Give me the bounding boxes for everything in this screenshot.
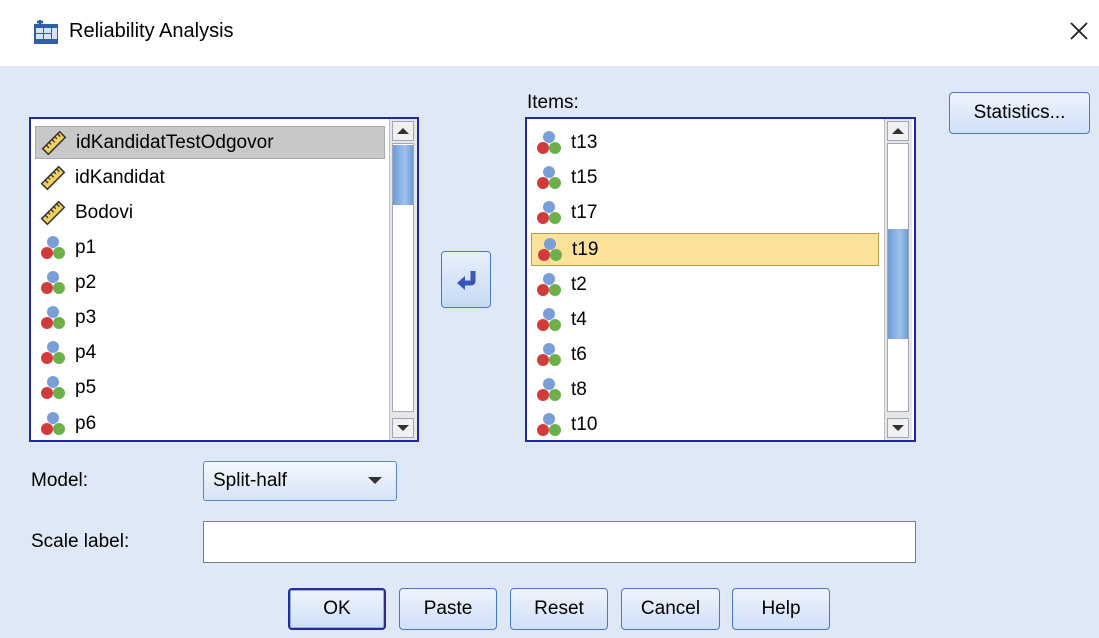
item-label: p6: [75, 412, 97, 434]
items-list[interactable]: t13 t15 t17 t19 t2 t4 t6 t8 t10: [525, 117, 916, 442]
model-value: Split-half: [213, 470, 287, 491]
list-item[interactable]: p1: [35, 231, 385, 264]
scroll-thumb[interactable]: [888, 229, 908, 339]
list-item[interactable]: p3: [35, 301, 385, 334]
items-label: Items:: [527, 92, 579, 113]
nominal-variable-icon: [537, 165, 561, 189]
ruler-scale-icon: [41, 130, 67, 155]
item-label: Bodovi: [75, 201, 134, 223]
item-label: p3: [75, 306, 97, 328]
nominal-variable-icon: [41, 340, 65, 364]
nominal-variable-icon: [537, 377, 561, 401]
list-item[interactable]: t8: [531, 373, 879, 406]
ok-button[interactable]: OK: [288, 588, 386, 630]
item-label: t15: [571, 166, 598, 188]
scroll-thumb[interactable]: [393, 145, 413, 205]
chevron-down-icon: [368, 477, 382, 484]
item-label: t17: [571, 201, 598, 223]
triangle-down-icon: [397, 425, 409, 431]
nominal-variable-icon: [537, 307, 561, 331]
item-label: t4: [571, 308, 587, 330]
statistics-button[interactable]: Statistics...: [949, 92, 1090, 134]
move-variable-button[interactable]: [441, 251, 491, 308]
scale-label-input[interactable]: [203, 521, 916, 563]
nominal-variable-icon: [537, 130, 561, 154]
nominal-variable-icon: [538, 237, 562, 261]
list-item[interactable]: t10: [531, 408, 879, 440]
source-variable-list[interactable]: idKandidatTestOdgovor idKandidat Bodovi …: [29, 117, 419, 442]
nominal-variable-icon: [537, 200, 561, 224]
paste-button[interactable]: Paste: [399, 588, 497, 630]
triangle-up-icon: [397, 128, 409, 134]
reset-button[interactable]: Reset: [510, 588, 608, 630]
list-item[interactable]: p2: [35, 266, 385, 299]
reset-label: Reset: [534, 598, 584, 619]
list-item[interactable]: p5: [35, 371, 385, 404]
list-item[interactable]: t4: [531, 303, 879, 336]
scroll-up-button[interactable]: [887, 121, 909, 141]
item-label: p2: [75, 271, 97, 293]
nominal-variable-icon: [537, 412, 561, 436]
statistics-label: Statistics...: [973, 102, 1066, 123]
help-label: Help: [761, 598, 801, 619]
list-item[interactable]: t6: [531, 338, 879, 371]
item-label: p1: [75, 236, 97, 258]
list-item[interactable]: idKandidatTestOdgovor: [35, 126, 385, 159]
list-item[interactable]: t17: [531, 196, 879, 229]
nominal-variable-icon: [41, 411, 65, 435]
window-title: Reliability Analysis: [69, 20, 234, 42]
list-item[interactable]: idKandidat: [35, 161, 385, 194]
triangle-up-icon: [892, 128, 904, 134]
nominal-variable-icon: [41, 235, 65, 259]
nominal-variable-icon: [537, 342, 561, 366]
close-icon[interactable]: [1062, 14, 1096, 48]
model-select[interactable]: Split-half: [203, 461, 397, 501]
scale-label-label: Scale label:: [31, 531, 130, 552]
list-item[interactable]: p4: [35, 336, 385, 369]
title-bar: Reliability Analysis: [0, 0, 1099, 66]
item-label: idKandidat: [75, 166, 165, 188]
list-item-selected[interactable]: t19: [531, 233, 879, 266]
ruler-scale-icon: [40, 165, 66, 190]
source-list-scrollbar[interactable]: [389, 119, 417, 440]
item-label: idKandidatTestOdgovor: [76, 131, 274, 153]
item-label: t6: [571, 343, 587, 365]
item-label: t2: [571, 273, 587, 295]
spss-app-icon: [34, 20, 58, 44]
ruler-scale-icon: [40, 200, 66, 225]
arrow-left-icon: [457, 270, 476, 290]
list-item[interactable]: t15: [531, 161, 879, 194]
scroll-down-button[interactable]: [392, 418, 414, 438]
item-label: t13: [571, 131, 598, 153]
help-button[interactable]: Help: [732, 588, 830, 630]
scroll-up-button[interactable]: [392, 121, 414, 141]
list-item[interactable]: t2: [531, 268, 879, 301]
nominal-variable-icon: [41, 375, 65, 399]
items-list-scrollbar[interactable]: [884, 119, 912, 440]
nominal-variable-icon: [537, 272, 561, 296]
list-item[interactable]: p6: [35, 407, 385, 440]
nominal-variable-icon: [41, 270, 65, 294]
item-label: p4: [75, 341, 97, 363]
item-label: p5: [75, 376, 97, 398]
scroll-down-button[interactable]: [887, 418, 909, 438]
item-label: t19: [572, 238, 599, 260]
item-label: t10: [571, 413, 598, 435]
triangle-down-icon: [892, 425, 904, 431]
item-label: t8: [571, 378, 587, 400]
list-item[interactable]: t13: [531, 126, 879, 159]
cancel-label: Cancel: [640, 598, 701, 619]
paste-label: Paste: [423, 598, 473, 619]
ok-label: OK: [323, 598, 351, 619]
model-label: Model:: [31, 470, 89, 491]
cancel-button[interactable]: Cancel: [621, 588, 720, 630]
list-item[interactable]: Bodovi: [35, 196, 385, 229]
nominal-variable-icon: [41, 305, 65, 329]
